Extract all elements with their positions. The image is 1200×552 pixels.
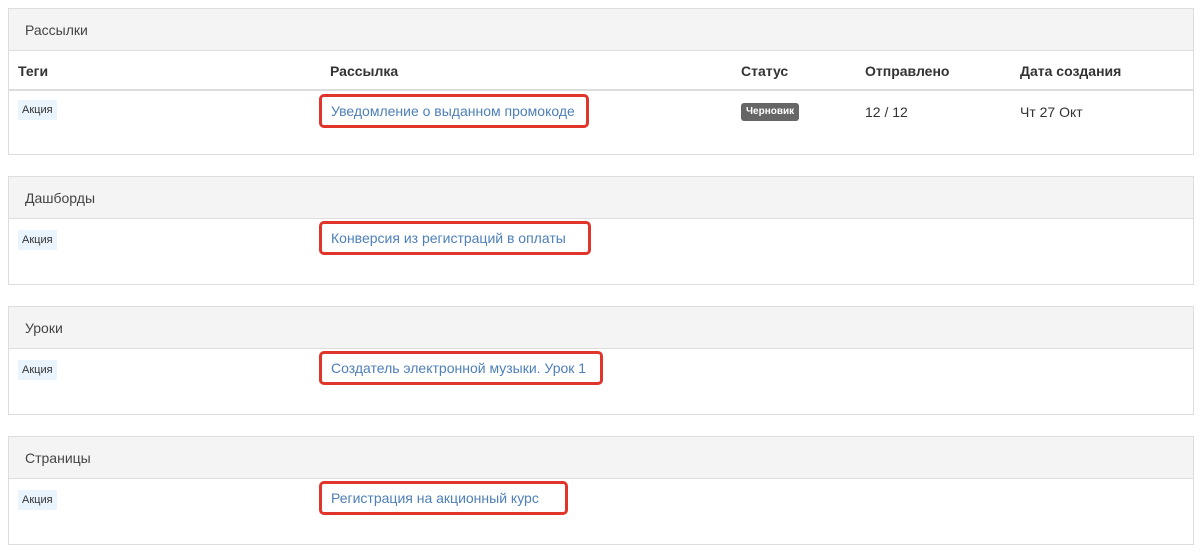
lessons-panel: Уроки Акция Создатель электронной музыки… [8,306,1194,415]
sent-count: 12 / 12 [865,104,908,120]
mailing-link[interactable]: Уведомление о выданном промокоде [331,103,575,119]
panel-title: Дашборды [25,189,95,206]
created-date: Чт 27 Окт [1020,104,1083,120]
tag-badge[interactable]: Акция [18,360,57,380]
tag-badge[interactable]: Акция [18,490,57,510]
panel-heading: Уроки [9,307,1193,349]
highlight-box: Уведомление о выданном промокоде [319,94,589,128]
table-header: Теги Рассылка Статус Отправлено Дата соз… [9,51,1193,91]
dashboard-link[interactable]: Конверсия из регистраций в оплаты [331,230,566,246]
column-header-tags: Теги [18,63,49,79]
panel-title: Рассылки [25,21,88,38]
panel-heading: Страницы [9,437,1193,479]
page-link[interactable]: Регистрация на акционный курс [331,490,539,506]
table-row: Акция Конверсия из регистраций в оплаты [9,219,1193,285]
column-header-created: Дата создания [1020,63,1122,79]
panel-heading: Рассылки [9,9,1193,51]
mailings-panel: Рассылки Теги Рассылка Статус Отправлено… [8,8,1194,155]
column-header-mailing: Рассылка [330,63,399,79]
column-header-sent: Отправлено [865,63,950,79]
highlight-box: Регистрация на акционный курс [319,481,568,515]
highlight-box: Создатель электронной музыки. Урок 1 [319,351,603,385]
dashboards-panel: Дашборды Акция Конверсия из регистраций … [8,176,1194,285]
panel-title: Уроки [25,319,63,336]
panel-title: Страницы [25,449,91,466]
panel-heading: Дашборды [9,177,1193,219]
column-header-status: Статус [741,63,789,79]
tag-badge[interactable]: Акция [18,100,57,120]
pages-panel: Страницы Акция Регистрация на акционный … [8,436,1194,545]
lesson-link[interactable]: Создатель электронной музыки. Урок 1 [331,360,586,376]
tag-badge[interactable]: Акция [18,230,57,250]
highlight-box: Конверсия из регистраций в оплаты [319,221,591,255]
table-row: Акция Регистрация на акционный курс [9,479,1193,545]
table-row: Акция Уведомление о выданном промокоде Ч… [9,91,1193,152]
table-row: Акция Создатель электронной музыки. Урок… [9,349,1193,415]
status-badge: Черновик [741,103,800,121]
